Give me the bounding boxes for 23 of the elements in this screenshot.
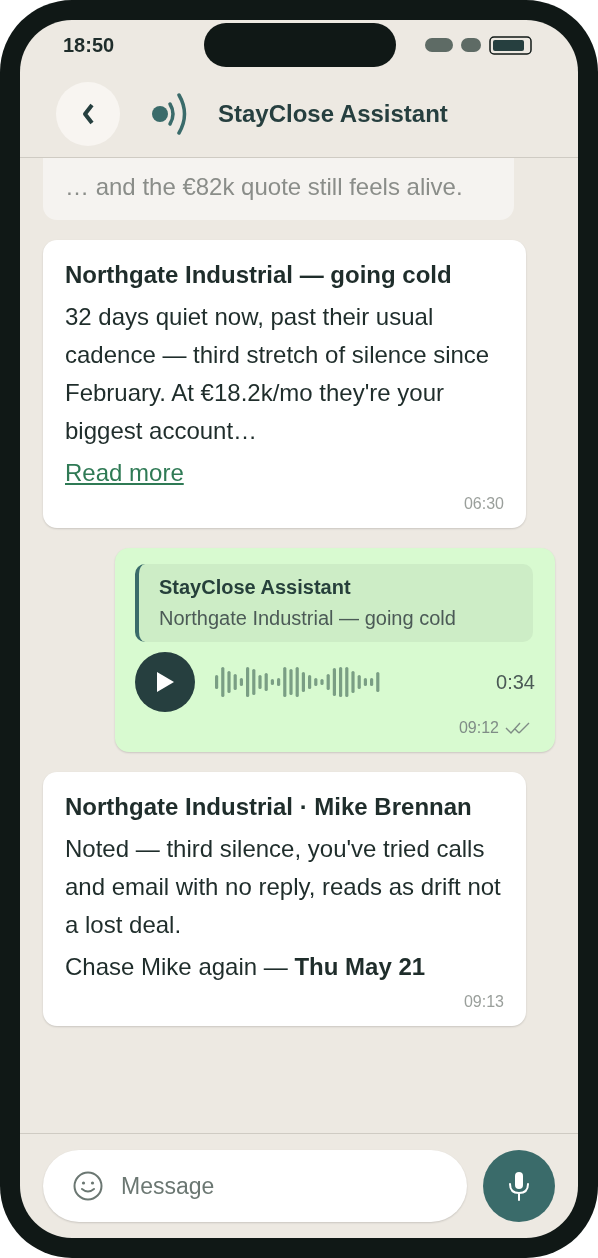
quoted-text: Northgate Industrial — going cold [159,606,457,631]
play-button[interactable] [135,652,195,712]
voice-duration: 0:34 [496,670,535,695]
message-time: 09:13 [463,992,504,1012]
emoji-icon [73,1171,103,1201]
message-text: 32 days quiet now, past their usual cadence — third stretch of silence since February. At €18.2k/mo they're your biggest account… [65,302,491,446]
message-input-field[interactable]: Message [121,1168,437,1204]
quoted-author: StayClose Assistant [159,575,352,600]
back-chevron-icon [82,102,94,125]
message-composer-field[interactable]: Message [43,1150,467,1222]
microphone-icon [508,1171,530,1201]
message-text: Noted — third silence, you've tried calls and email with no reply, reads as drift not a lost deal. [65,834,502,940]
play-icon [155,671,175,693]
message-text: … and the €82k quote still feels alive. [65,172,464,202]
chat-title: StayClose Assistant [218,98,448,129]
quoted-message[interactable]: StayClose Assistant Northgate Industrial — going cold [135,564,533,642]
message-title: Northgate Industrial — going cold [65,260,453,290]
read-more-link[interactable]: Read more [65,459,184,486]
message-time: 06:30 [463,494,504,514]
message-time: 09:12 [458,718,499,738]
message-text: Chase Mike again — Thu May 21 [65,952,427,982]
status-time: 18:50 [63,33,115,58]
message-title: Northgate Industrial · Mike Brennan [65,792,473,822]
